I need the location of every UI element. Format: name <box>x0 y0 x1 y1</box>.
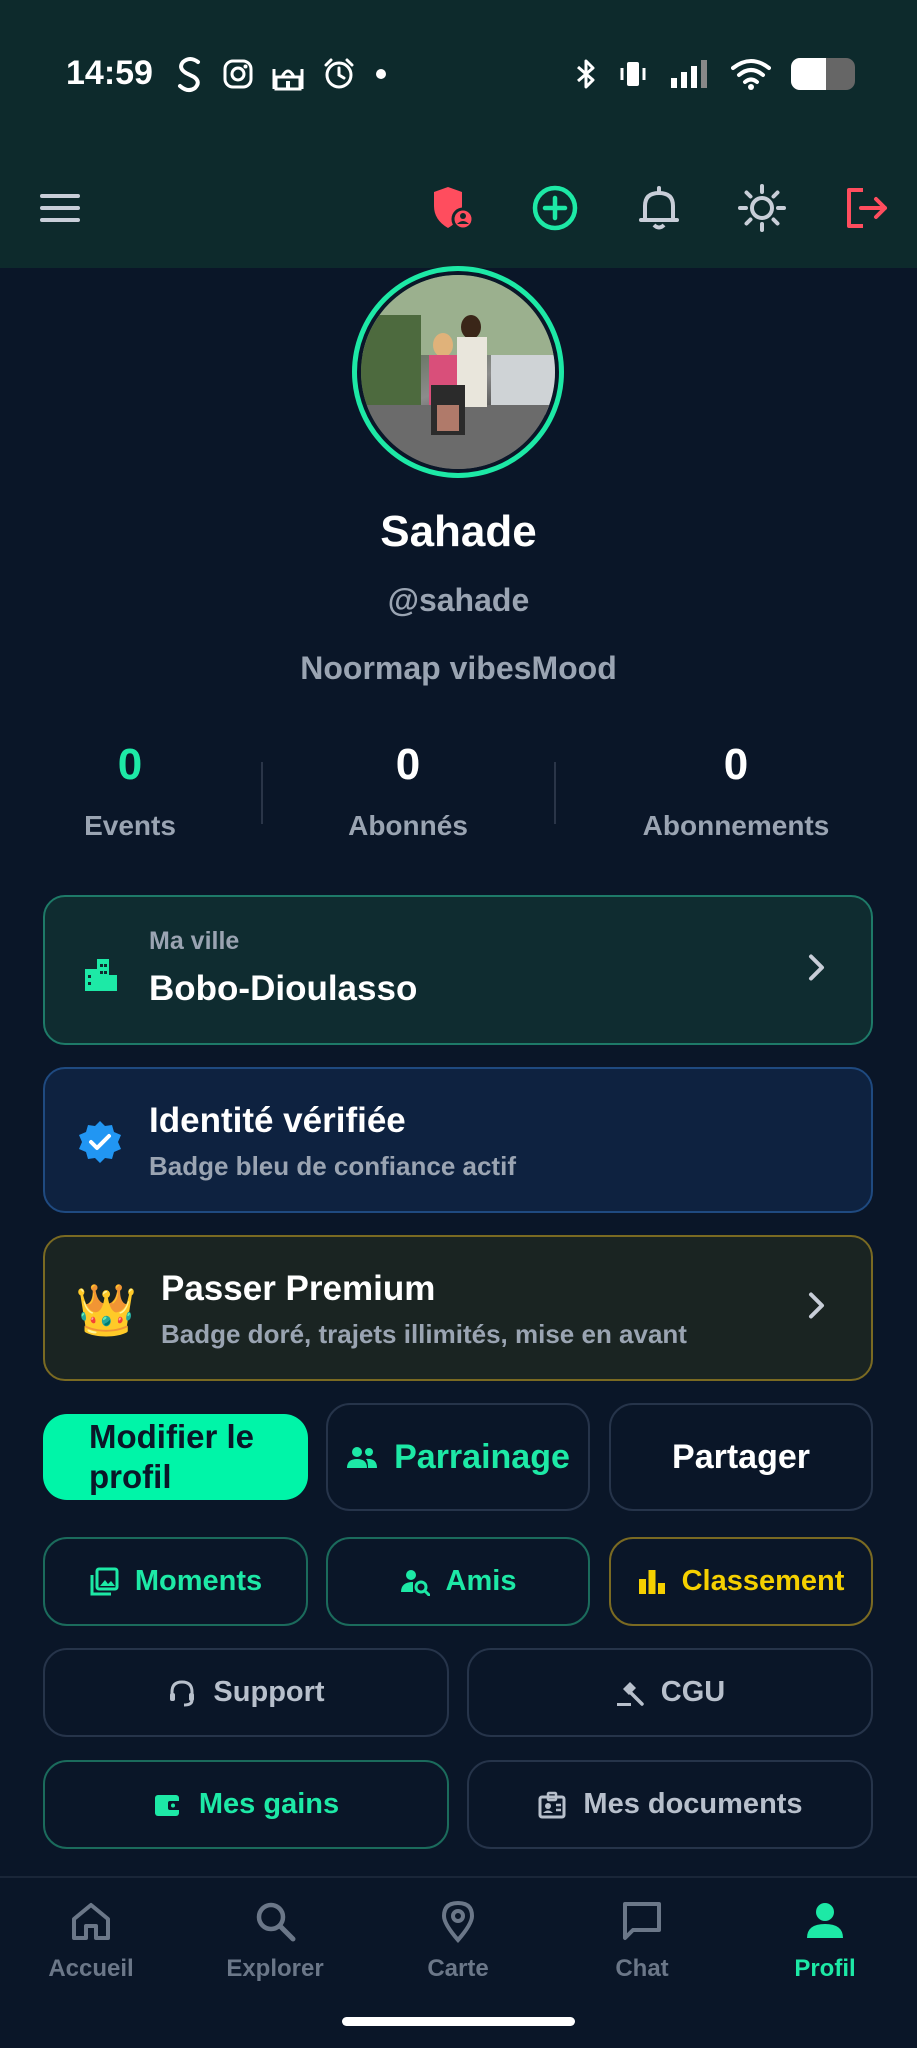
status-bar: 14:59 <box>0 0 917 150</box>
nav-chat-label: Chat <box>615 1955 669 1982</box>
premium-title: Passer Premium <box>161 1269 436 1308</box>
stat-followers[interactable]: 0 Abonnés <box>328 740 488 842</box>
app-bar <box>0 150 917 268</box>
referral-label: Parrainage <box>394 1437 570 1476</box>
id-card-icon <box>538 1791 566 1818</box>
city-value: Bobo-Dioulasso <box>149 969 418 1008</box>
crown-icon: 👑 <box>75 1281 138 1339</box>
stat-events-label: Events <box>84 810 176 841</box>
share-label: Partager <box>672 1437 810 1476</box>
profile-bio: Noormap vibesMood <box>300 650 617 686</box>
referral-button[interactable]: Parrainage <box>326 1403 590 1511</box>
edit-profile-button[interactable]: Modifier le profil <box>43 1414 308 1500</box>
profile-handle: @sahade <box>387 582 530 618</box>
shield-user-icon[interactable] <box>426 182 478 234</box>
home-icon <box>72 1903 110 1940</box>
add-circle-icon[interactable] <box>529 182 581 234</box>
identity-card: Identité vérifiée Badge bleu de confianc… <box>43 1067 873 1213</box>
battery-indicator <box>791 58 855 90</box>
s-app-icon <box>178 57 200 93</box>
nav-home-label: Accueil <box>48 1955 134 1982</box>
city-icon <box>85 959 117 991</box>
bluetooth-icon <box>577 59 595 89</box>
stat-following-label: Abonnements <box>642 810 830 841</box>
earnings-button[interactable]: Mes gains <box>43 1760 449 1849</box>
stat-following-value: 0 <box>723 740 749 789</box>
chevron-right-icon <box>807 948 827 993</box>
nav-explore[interactable]: Explorer <box>195 1898 355 1983</box>
stat-events-value: 0 <box>117 740 143 789</box>
nav-chat[interactable]: Chat <box>562 1898 722 1983</box>
earnings-label: Mes gains <box>198 1788 340 1820</box>
friends-button[interactable]: Amis <box>326 1537 590 1626</box>
share-button[interactable]: Partager <box>609 1403 873 1511</box>
city-card[interactable]: Ma ville Bobo-Dioulasso <box>43 895 873 1045</box>
moments-button[interactable]: Moments <box>43 1537 308 1626</box>
nav-profile-label: Profil <box>794 1955 856 1982</box>
nav-explore-label: Explorer <box>226 1955 324 1982</box>
support-button[interactable]: Support <box>43 1648 449 1737</box>
person-icon <box>807 1903 843 1938</box>
alarm-icon <box>324 58 354 89</box>
bell-icon[interactable] <box>633 182 685 234</box>
profile-avatar[interactable] <box>352 266 564 478</box>
logout-icon[interactable] <box>840 182 892 234</box>
instagram-icon <box>223 59 253 89</box>
documents-label: Mes documents <box>583 1788 803 1820</box>
wifi-icon <box>731 59 771 90</box>
identity-title: Identité vérifiée <box>149 1101 406 1140</box>
identity-subtitle: Badge bleu de confiance actif <box>149 1151 516 1181</box>
terms-label: CGU <box>660 1676 726 1708</box>
support-agent-icon <box>170 1679 195 1706</box>
search-icon <box>256 1902 296 1942</box>
nav-map-label: Carte <box>427 1955 489 1982</box>
people-icon <box>347 1447 378 1468</box>
stat-divider <box>261 762 263 824</box>
nav-profile[interactable]: Profil <box>745 1898 905 1983</box>
wallet-icon <box>154 1794 181 1816</box>
stat-followers-label: Abonnés <box>348 810 468 841</box>
stat-followers-value: 0 <box>395 740 421 789</box>
signal-icon <box>671 60 707 88</box>
status-time: 14:59 <box>66 54 153 92</box>
photo-library-icon <box>90 1567 119 1595</box>
profile-name: Sahade <box>380 507 537 556</box>
status-system-icons <box>575 54 855 94</box>
ranking-label: Classement <box>681 1565 845 1597</box>
ranking-button[interactable]: Classement <box>609 1537 873 1626</box>
mosque-icon <box>272 69 304 91</box>
sun-icon[interactable] <box>736 182 788 234</box>
terms-button[interactable]: CGU <box>467 1648 873 1737</box>
city-label: Ma ville <box>149 927 240 955</box>
chevron-right-icon <box>807 1286 827 1331</box>
dot-icon <box>376 69 386 79</box>
stat-divider <box>554 762 556 824</box>
stat-events[interactable]: 0 Events <box>50 740 210 842</box>
premium-card[interactable]: 👑 Passer Premium Badge doré, trajets ill… <box>43 1235 873 1381</box>
map-pin-icon <box>441 1900 475 1944</box>
nav-home[interactable]: Accueil <box>11 1898 171 1983</box>
nav-map[interactable]: Carte <box>378 1898 538 1983</box>
vibrate-icon <box>620 62 646 86</box>
edit-profile-label: Modifier le profil <box>89 1418 255 1495</box>
avatar-photo <box>361 275 555 469</box>
menu-icon[interactable] <box>34 182 86 234</box>
gavel-icon <box>616 1681 644 1706</box>
status-notification-icons <box>176 54 388 94</box>
home-indicator[interactable] <box>342 2017 575 2026</box>
friends-label: Amis <box>445 1565 517 1597</box>
documents-button[interactable]: Mes documents <box>467 1760 873 1849</box>
verified-badge-icon <box>79 1121 121 1163</box>
moments-label: Moments <box>134 1565 263 1597</box>
stat-following[interactable]: 0 Abonnements <box>620 740 852 842</box>
support-label: Support <box>213 1676 325 1708</box>
premium-subtitle: Badge doré, trajets illimités, mise en a… <box>161 1319 687 1349</box>
chat-icon <box>623 1902 661 1940</box>
person-search-icon <box>400 1569 430 1596</box>
bar-chart-icon <box>638 1569 665 1594</box>
